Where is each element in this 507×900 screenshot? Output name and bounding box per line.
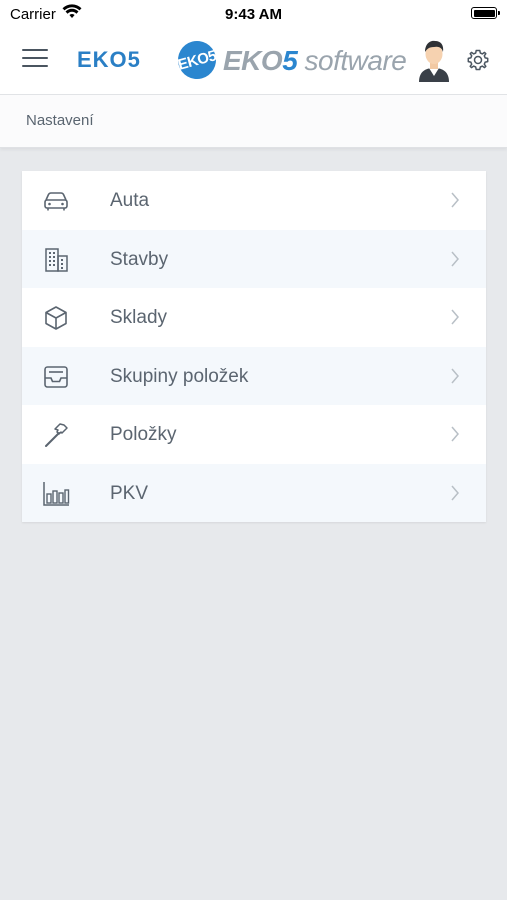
hammer-icon	[45, 423, 68, 447]
menu-item-label: Skupiny položek	[110, 365, 249, 387]
user-avatar[interactable]	[417, 38, 451, 82]
gear-icon[interactable]	[466, 48, 490, 72]
chevron-right-icon	[451, 192, 459, 208]
hamburger-menu-icon[interactable]	[22, 49, 48, 71]
brand-logo: EKO5 EKO5 software	[173, 36, 407, 84]
menu-item-pkv[interactable]: PKV	[22, 463, 486, 522]
box-icon	[45, 306, 67, 330]
menu-item-auta[interactable]: Auta	[22, 171, 486, 230]
chevron-right-icon	[451, 309, 459, 325]
menu-item-skupiny-polozek[interactable]: Skupiny položek	[22, 346, 486, 405]
battery-icon	[471, 7, 500, 19]
app-header: EKO5 EKO5 EKO5 software	[0, 28, 507, 95]
building-icon	[45, 247, 68, 272]
chevron-right-icon	[451, 368, 459, 383]
breadcrumb: Nastavení	[26, 112, 94, 129]
menu-item-polozky[interactable]: Položky	[22, 405, 486, 464]
menu-item-stavby[interactable]: Stavby	[22, 229, 486, 288]
logo-badge: EKO5	[173, 36, 221, 84]
logo-wordmark: EKO5 software	[223, 45, 407, 76]
app-title: EKO5	[77, 47, 141, 72]
status-bar: Carrier 9:43 AM	[0, 0, 507, 28]
chevron-right-icon	[451, 485, 459, 500]
bar-chart-icon	[43, 481, 70, 506]
chevron-right-icon	[451, 426, 459, 442]
settings-menu: Auta Stavby Sklady Skupiny položek Polož…	[22, 171, 486, 522]
menu-item-label: Auta	[110, 190, 150, 211]
menu-item-sklady[interactable]: Sklady	[22, 288, 486, 347]
clock-time: 9:43 AM	[225, 6, 282, 23]
menu-item-label: Sklady	[110, 307, 168, 328]
breadcrumb-bar: Nastavení	[0, 95, 507, 148]
menu-item-label: Položky	[110, 424, 177, 445]
menu-item-label: Stavby	[110, 248, 169, 270]
car-icon	[44, 192, 68, 211]
menu-item-label: PKV	[110, 482, 149, 504]
inbox-tray-icon	[44, 365, 68, 388]
chevron-right-icon	[451, 251, 459, 266]
